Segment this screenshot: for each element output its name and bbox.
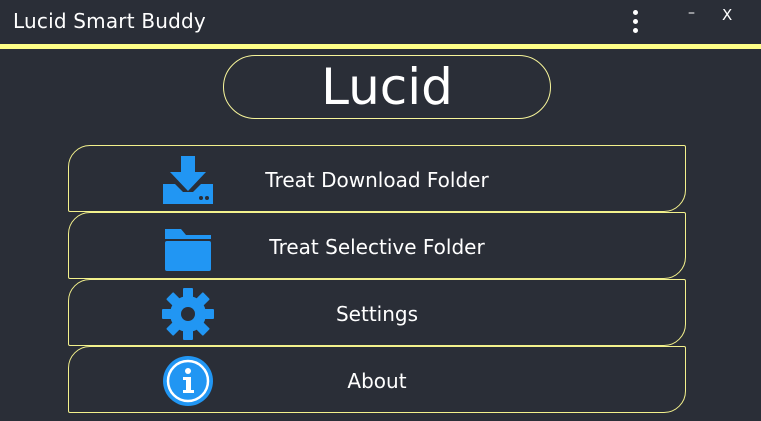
treat-download-folder-button[interactable]: Treat Download Folder xyxy=(68,145,686,212)
menu-item-label: Settings xyxy=(335,302,419,326)
menu-item-label: Treat Download Folder xyxy=(265,168,489,192)
about-button[interactable]: About xyxy=(68,346,686,413)
minimize-button[interactable]: – xyxy=(688,5,695,21)
title-accent-line xyxy=(0,44,761,49)
menu-item-label: Treat Selective Folder xyxy=(269,235,485,259)
menu-item-label: About xyxy=(347,369,407,393)
close-button[interactable]: X xyxy=(722,6,732,24)
logo-banner: Lucid xyxy=(223,55,551,119)
logo-text: Lucid xyxy=(321,58,453,116)
window-title: Lucid Smart Buddy xyxy=(13,9,206,33)
settings-button[interactable]: Settings xyxy=(68,279,686,346)
more-options-icon[interactable] xyxy=(628,9,642,35)
treat-selective-folder-button[interactable]: Treat Selective Folder xyxy=(68,212,686,279)
title-bar: Lucid Smart Buddy – X xyxy=(0,0,761,44)
